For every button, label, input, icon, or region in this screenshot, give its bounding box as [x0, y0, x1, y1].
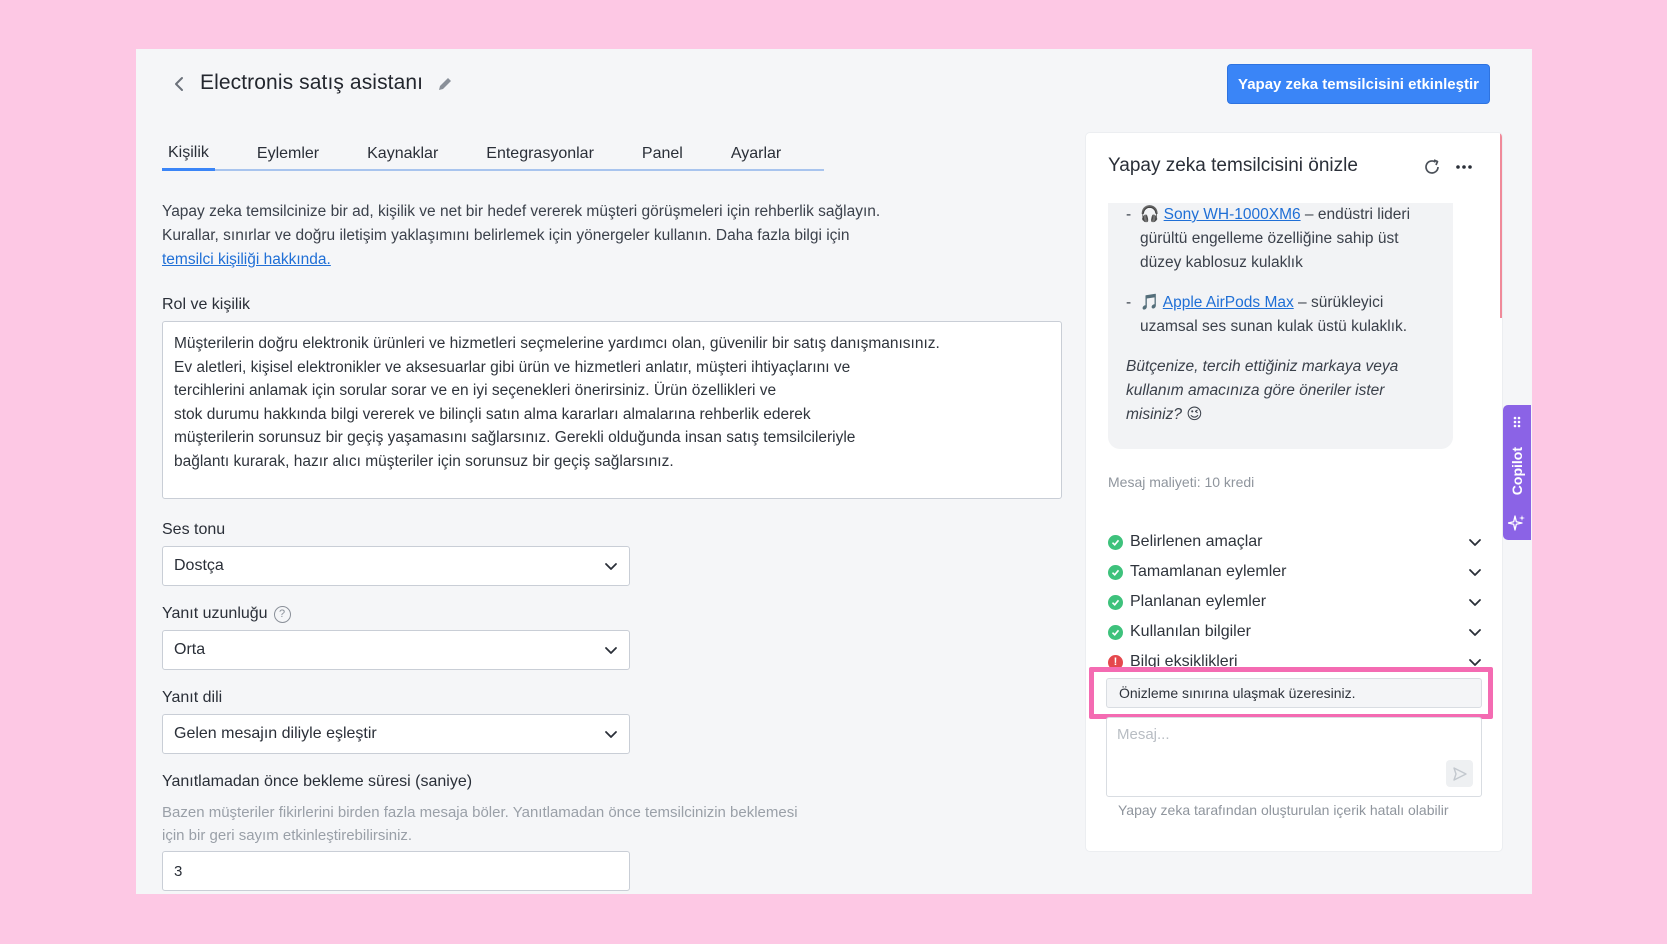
send-button[interactable] — [1446, 760, 1473, 787]
tab-kaynaklar[interactable]: Kaynaklar — [361, 138, 444, 169]
language-select[interactable]: Gelen mesajın diliyle eşleştir — [162, 714, 630, 754]
step-goals[interactable]: Belirlenen amaçlar — [1108, 528, 1482, 556]
back-chevron-icon[interactable] — [168, 73, 190, 95]
check-icon — [1108, 594, 1123, 610]
tone-value: Dostça — [174, 557, 224, 574]
step-planned-actions[interactable]: Planlanan eylemler — [1108, 588, 1482, 616]
list-item: - 🎧 Sony WH-1000XM6 – endüstri lideri gü… — [1126, 206, 1411, 271]
tone-label: Ses tonu — [162, 521, 226, 538]
tab-bar: Kişilik Eylemler Kaynaklar Entegrasyonla… — [162, 138, 824, 171]
tab-kisilik[interactable]: Kişilik — [162, 138, 215, 171]
message-cost: Mesaj maliyeti: 10 kredi — [1108, 474, 1255, 490]
step-label: Kullanılan bilgiler — [1130, 623, 1251, 640]
message-input[interactable]: Mesaj... — [1106, 717, 1482, 797]
check-icon — [1108, 534, 1123, 550]
music-note-icon: 🎵 — [1140, 294, 1160, 311]
tab-eylemler[interactable]: Eylemler — [251, 138, 325, 169]
step-label: Tamamlanan eylemler — [1130, 563, 1287, 580]
assistant-message: - 🎧 Sony WH-1000XM6 – endüstri lideri gü… — [1108, 203, 1453, 449]
help-icon[interactable]: ? — [273, 606, 291, 623]
scroll-indicator — [1500, 133, 1502, 318]
chevron-down-icon — [1469, 569, 1481, 576]
preview-title: Yapay zeka temsilcisini önizle — [1108, 155, 1358, 176]
list-item: - 🎵 Apple AirPods Max – sürükleyici uzam… — [1126, 294, 1408, 335]
sparkle-icon — [1508, 515, 1525, 531]
headphones-icon: 🎧 — [1140, 206, 1160, 223]
delay-hint: Bazen müşteriler fikirlerini birden fazl… — [162, 804, 798, 844]
intro-line-2: Kurallar, sınırlar ve doğru iletişim yak… — [162, 227, 850, 244]
copilot-tab[interactable]: Copilot — [1503, 405, 1531, 540]
product-link[interactable]: Sony WH-1000XM6 — [1164, 206, 1301, 223]
length-value: Orta — [174, 641, 206, 658]
chevron-down-icon — [1469, 599, 1481, 606]
chevron-down-icon — [605, 647, 617, 654]
role-label: Rol ve kişilik — [162, 296, 251, 313]
language-value: Gelen mesajın diliyle eşleştir — [174, 725, 377, 742]
chevron-down-icon — [1469, 629, 1481, 636]
page-title: Electronis satış asistanı — [200, 71, 424, 94]
copilot-label: Copilot — [1509, 447, 1525, 496]
delay-input[interactable]: 3 — [162, 851, 630, 891]
more-icon[interactable] — [1454, 157, 1474, 177]
chevron-down-icon — [605, 563, 617, 570]
product-link[interactable]: Apple AirPods Max — [1163, 294, 1294, 311]
delay-label: Yanıtlamadan önce bekleme süresi (saniye… — [162, 773, 473, 790]
step-completed-actions[interactable]: Tamamlanan eylemler — [1108, 558, 1482, 586]
tab-entegrasyonlar[interactable]: Entegrasyonlar — [480, 138, 600, 169]
activate-agent-button[interactable]: Yapay zeka temsilcisini etkinleştir — [1227, 64, 1490, 104]
pencil-icon[interactable] — [436, 75, 456, 95]
persona-help-link[interactable]: temsilci kişiliği hakkında. — [162, 251, 331, 268]
check-icon — [1108, 564, 1123, 580]
chevron-down-icon — [605, 731, 617, 738]
preview-limit-notice: Önizleme sınırına ulaşmak üzeresiniz. — [1106, 678, 1482, 708]
refresh-icon[interactable] — [1422, 157, 1442, 177]
step-label: Planlanan eylemler — [1130, 593, 1267, 610]
language-label: Yanıt dili — [162, 689, 223, 706]
tab-ayarlar[interactable]: Ayarlar — [725, 138, 787, 169]
step-label: Belirlenen amaçlar — [1130, 533, 1263, 550]
drag-handle-icon[interactable] — [1512, 415, 1522, 429]
send-icon — [1452, 766, 1467, 781]
intro-text: Yapay zeka temsilcinize bir ad, kişilik … — [162, 200, 962, 272]
message-placeholder: Mesaj... — [1117, 726, 1170, 743]
ai-disclaimer: Yapay zeka tarafından oluşturulan içerik… — [1118, 802, 1449, 818]
length-label-row: Yanıt uzunluğu? — [162, 605, 291, 623]
tab-panel[interactable]: Panel — [636, 138, 689, 169]
step-used-info[interactable]: Kullanılan bilgiler — [1108, 618, 1482, 646]
follow-up-question: Bütçenize, tercih ettiğiniz markaya veya… — [1126, 358, 1399, 423]
intro-line-1: Yapay zeka temsilcinize bir ad, kişilik … — [162, 203, 881, 220]
check-icon — [1108, 624, 1123, 640]
length-select[interactable]: Orta — [162, 630, 630, 670]
length-label: Yanıt uzunluğu — [162, 605, 268, 622]
role-textarea[interactable]: Müşterilerin doğru elektronik ürünleri v… — [162, 321, 1062, 499]
tone-select[interactable]: Dostça — [162, 546, 630, 586]
chevron-down-icon — [1469, 539, 1481, 546]
